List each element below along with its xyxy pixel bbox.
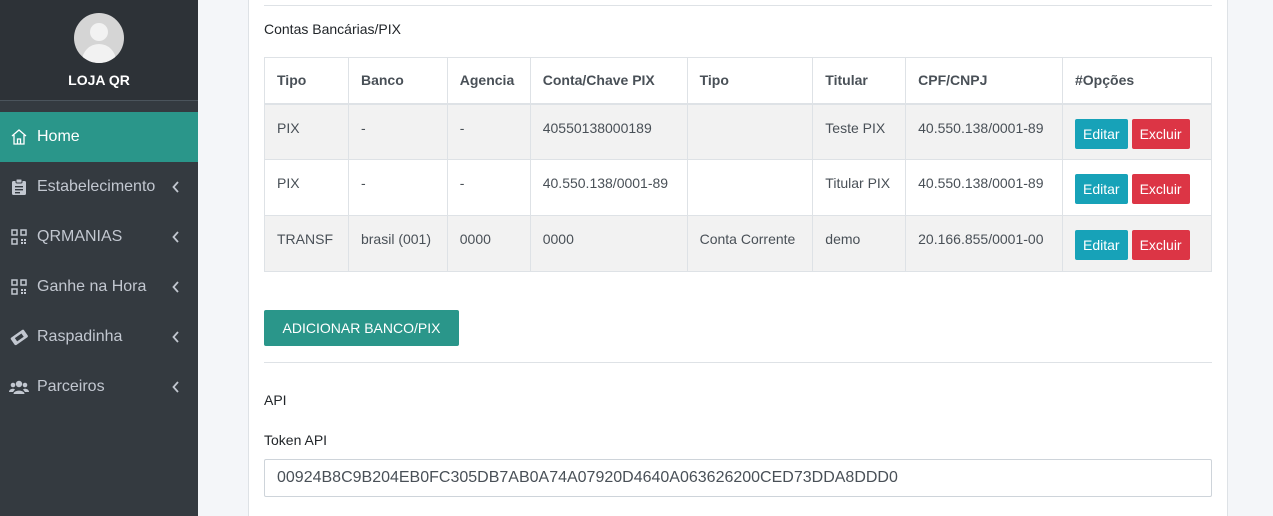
column-header: Tipo (686, 57, 814, 105)
sidebar-item-home[interactable]: Home (0, 112, 198, 162)
token-api-input[interactable] (264, 459, 1212, 497)
column-header: Titular (812, 57, 907, 105)
chevron-left-icon (167, 178, 185, 196)
chevron-left-icon (167, 378, 185, 396)
avatar[interactable] (74, 13, 124, 63)
column-header: Conta/Chave PIX (529, 57, 688, 105)
column-header: Tipo (264, 57, 349, 105)
users-icon (9, 377, 29, 397)
token-api-label: Token API (264, 432, 328, 448)
sidebar-item-label: Home (37, 128, 80, 145)
sidebar-item-label: Ganhe na Hora (37, 278, 147, 295)
cell-options: Editar Excluir (1062, 159, 1212, 216)
column-header: CPF/CNPJ (905, 57, 1063, 105)
edit-button[interactable]: Editar (1075, 118, 1128, 149)
column-header: #Opções (1062, 57, 1212, 105)
cell-tipo-conta (686, 103, 814, 160)
edit-button[interactable]: Editar (1075, 174, 1128, 204)
column-header: Agencia (446, 57, 531, 105)
cell-banco: - (347, 103, 448, 160)
chevron-left-icon (167, 228, 185, 246)
qrcode-icon (9, 277, 29, 297)
accounts-table: Tipo Banco Agencia Conta/Chave PIX Tipo … (264, 57, 1212, 272)
table-header-row: Tipo Banco Agencia Conta/Chave PIX Tipo … (264, 57, 1212, 105)
user-panel: LOJA QR (0, 0, 198, 101)
sidebar-item-label: QRMANIAS (37, 228, 123, 245)
qrcode-icon (9, 227, 29, 247)
cell-tipo-conta (686, 159, 814, 216)
sidebar-item-parceiros[interactable]: Parceiros (0, 362, 198, 412)
cell-conta: 40550138000189 (529, 103, 688, 160)
clipboard-icon (9, 177, 29, 197)
cell-options: Editar Excluir (1062, 103, 1212, 160)
cell-cpf-cnpj: 20.166.855/0001-00 (905, 215, 1063, 272)
cell-titular: Teste PIX (812, 103, 907, 160)
chevron-left-icon (167, 278, 185, 296)
cell-tipo-conta: Conta Corrente (686, 215, 814, 272)
cell-agencia: - (446, 159, 531, 216)
edit-button[interactable]: Editar (1075, 230, 1128, 260)
sidebar-item-label: Raspadinha (37, 328, 123, 345)
divider (264, 5, 1212, 6)
delete-button[interactable]: Excluir (1131, 118, 1190, 149)
cell-titular: Titular PIX (812, 159, 907, 216)
api-section-title: API (264, 392, 287, 408)
cell-cpf-cnpj: 40.550.138/0001-89 (905, 103, 1063, 160)
delete-button[interactable]: Excluir (1131, 174, 1190, 204)
cell-agencia: - (446, 103, 531, 160)
sidebar-item-label: Estabelecimento (37, 178, 156, 195)
home-icon (9, 127, 29, 147)
sidebar-item-estabelecimento[interactable]: Estabelecimento (0, 162, 198, 212)
sidebar-item-raspadinha[interactable]: Raspadinha (0, 312, 198, 362)
sidebar-nav: Home Estabelecimento QRMANIAS Ganhe na H… (0, 112, 198, 412)
cell-tipo: PIX (264, 103, 349, 160)
cell-tipo: PIX (264, 159, 349, 216)
cell-banco: brasil (001) (347, 215, 448, 272)
table-row: PIX - - 40550138000189 Teste PIX 40.550.… (264, 103, 1212, 160)
accounts-section-title: Contas Bancárias/PIX (264, 21, 401, 37)
cell-conta: 40.550.138/0001-89 (529, 159, 688, 216)
sidebar-item-ganhe-na-hora[interactable]: Ganhe na Hora (0, 262, 198, 312)
sidebar-item-qrmanias[interactable]: QRMANIAS (0, 212, 198, 262)
column-header: Banco (347, 57, 448, 105)
sidebar-item-label: Parceiros (37, 378, 105, 395)
cell-options: Editar Excluir (1062, 215, 1212, 272)
cell-tipo: TRANSF (264, 215, 349, 272)
cell-agencia: 0000 (446, 215, 531, 272)
cell-conta: 0000 (529, 215, 688, 272)
ticket-icon (9, 327, 29, 347)
table-row: PIX - - 40.550.138/0001-89 Titular PIX 4… (264, 159, 1212, 216)
add-bank-pix-button[interactable]: ADICIONAR BANCO/PIX (264, 310, 459, 346)
sidebar: LOJA QR Home Estabelecimento QRMANIAS Ga… (0, 0, 198, 516)
cell-titular: demo (812, 215, 907, 272)
table-row: TRANSF brasil (001) 0000 0000 Conta Corr… (264, 215, 1212, 272)
divider (264, 362, 1212, 363)
user-name[interactable]: LOJA QR (0, 72, 198, 88)
chevron-left-icon (167, 328, 185, 346)
delete-button[interactable]: Excluir (1131, 230, 1190, 260)
cell-cpf-cnpj: 40.550.138/0001-89 (905, 159, 1063, 216)
cell-banco: - (347, 159, 448, 216)
